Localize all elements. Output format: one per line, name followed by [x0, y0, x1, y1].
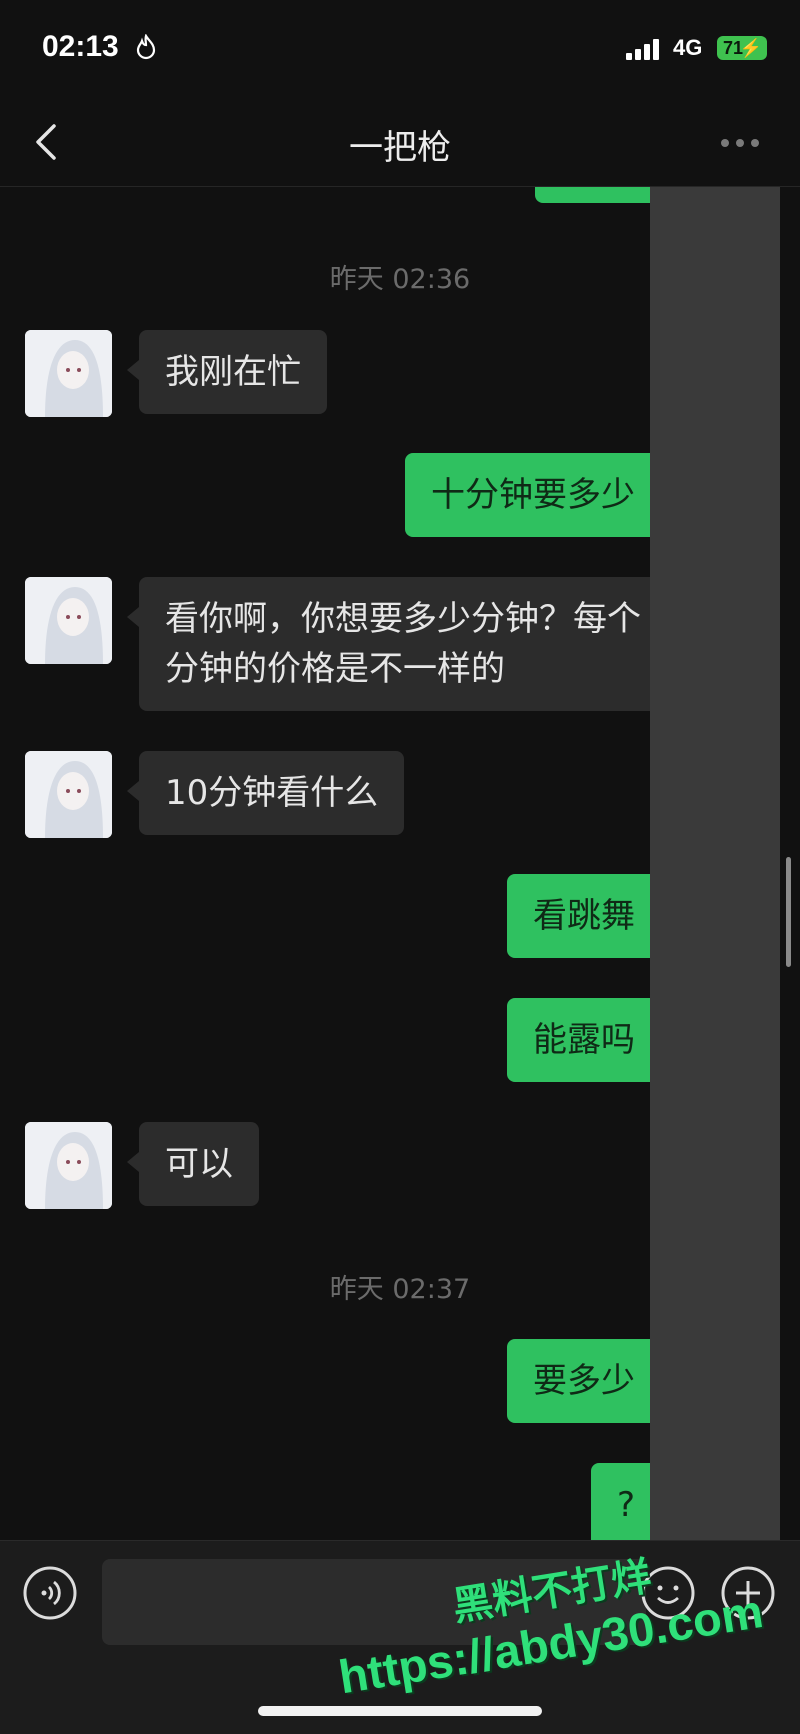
partial-message-bubble [535, 187, 661, 203]
home-indicator [258, 1706, 542, 1716]
contact-avatar[interactable] [25, 1122, 112, 1209]
scrollbar-thumb[interactable] [786, 857, 791, 967]
status-time: 02:13 [42, 30, 119, 63]
message-bubble-outgoing[interactable]: 十分钟要多少 [405, 453, 673, 537]
avatar-image [25, 330, 112, 417]
message-list[interactable]: 昨天 02:36 我刚在忙 十分钟要多少 看你啊，你想要多少分钟？每个分钟的价格… [0, 187, 800, 1540]
redaction-overlay [650, 187, 780, 1540]
chat-header: 一把枪 [0, 100, 800, 187]
message-bubble-outgoing[interactable]: 要多少 [507, 1339, 673, 1423]
flame-icon [136, 34, 156, 60]
battery-indicator: 71 ⚡ [717, 36, 767, 60]
contact-avatar[interactable] [25, 751, 112, 838]
avatar-image [25, 1122, 112, 1209]
message-bubble-incoming[interactable]: 我刚在忙 [127, 330, 327, 414]
message-bubble-incoming[interactable]: 10分钟看什么 [126, 751, 405, 835]
avatar-image [25, 751, 112, 838]
message-input[interactable] [102, 1559, 646, 1645]
add-icon[interactable] [720, 1565, 776, 1621]
message-bubble-incoming[interactable]: 可以 [127, 1122, 259, 1206]
charging-icon: ⚡ [739, 38, 762, 58]
network-label: 4G [673, 35, 703, 60]
status-bar: 02:13 4G 71 ⚡ [0, 0, 800, 100]
message-bubble-incoming[interactable]: 看你啊，你想要多少分钟？每个分钟的价格是不一样的 [127, 577, 672, 711]
contact-avatar[interactable] [25, 577, 112, 664]
emoji-icon[interactable] [640, 1565, 696, 1621]
avatar-image [25, 577, 112, 664]
message-bubble-outgoing[interactable]: 看跳舞 [507, 874, 673, 958]
contact-avatar[interactable] [25, 330, 112, 417]
input-bar [0, 1540, 800, 1734]
more-icon[interactable] [720, 138, 760, 148]
signal-icon [626, 39, 659, 60]
voice-icon[interactable] [22, 1565, 78, 1621]
message-bubble-outgoing[interactable]: 能露吗 [507, 998, 673, 1082]
chat-title: 一把枪 [349, 128, 451, 168]
